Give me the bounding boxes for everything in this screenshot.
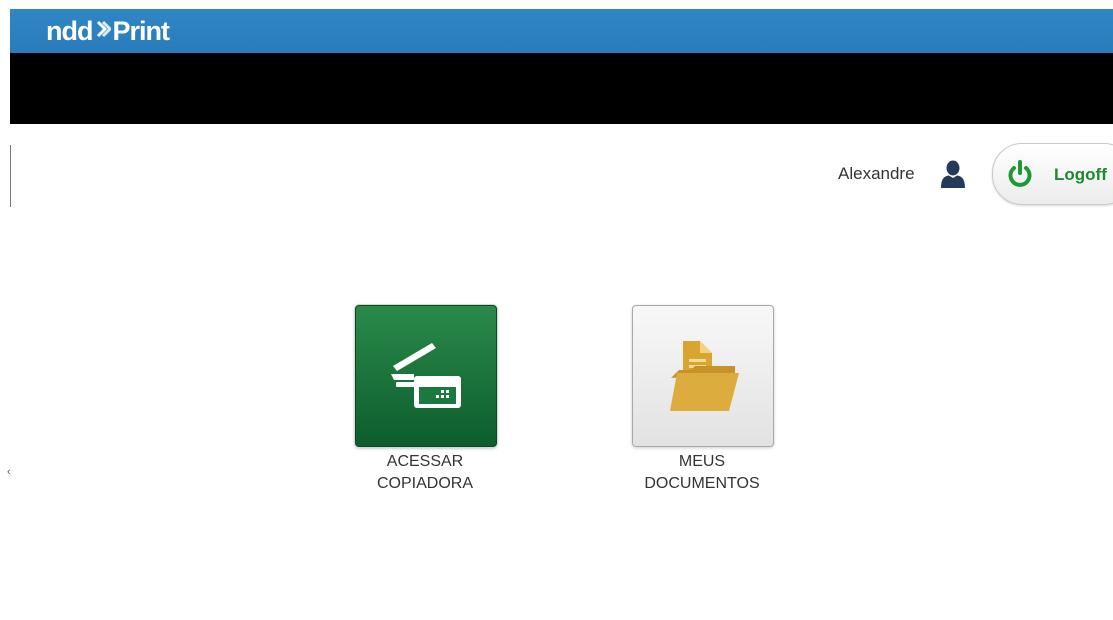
access-copier-label-line1: ACESSAR [386, 453, 464, 470]
left-divider [10, 145, 11, 207]
access-copier-label: ACESSAR COPIADORA [335, 451, 515, 495]
user-icon [941, 160, 965, 188]
user-name: Alexandre [838, 164, 915, 183]
app-page: ndd Print ‹ Alexandre Logoff ACESSAR COP… [0, 0, 1113, 620]
access-copier-label-line2: COPIADORA [376, 475, 473, 492]
my-documents-label-line2: DOCUMENTOS [644, 475, 760, 492]
my-documents-label: MEUS DOCUMENTOS [612, 451, 792, 495]
header-bar: ndd Print [10, 9, 1113, 53]
logo-arrow-icon [97, 20, 112, 38]
access-copier-tile[interactable] [355, 305, 497, 447]
chevron-left-icon[interactable]: ‹ [7, 466, 11, 478]
my-documents-tile[interactable] [632, 305, 774, 447]
power-icon [1008, 160, 1032, 187]
ndd-print-logo: ndd Print [46, 14, 170, 48]
logoff-button[interactable]: Logoff [992, 143, 1113, 205]
logo-text-ndd: ndd [46, 15, 93, 46]
logoff-label: Logoff [1054, 165, 1107, 184]
folder-document-icon [670, 341, 739, 411]
copier-icon [391, 343, 461, 408]
logo-text-print: Print [112, 15, 170, 46]
top-banner [10, 53, 1113, 124]
my-documents-label-line1: MEUS [678, 453, 726, 470]
